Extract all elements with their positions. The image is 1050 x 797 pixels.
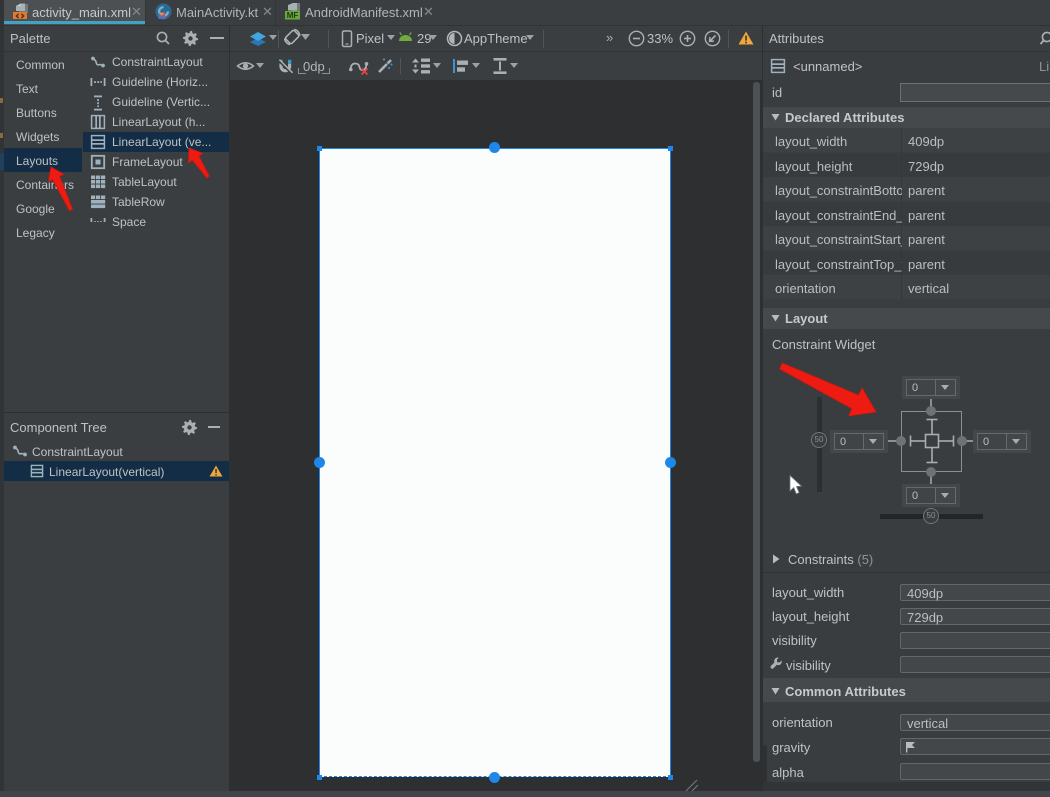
svg-text:MF: MF [287, 11, 299, 20]
